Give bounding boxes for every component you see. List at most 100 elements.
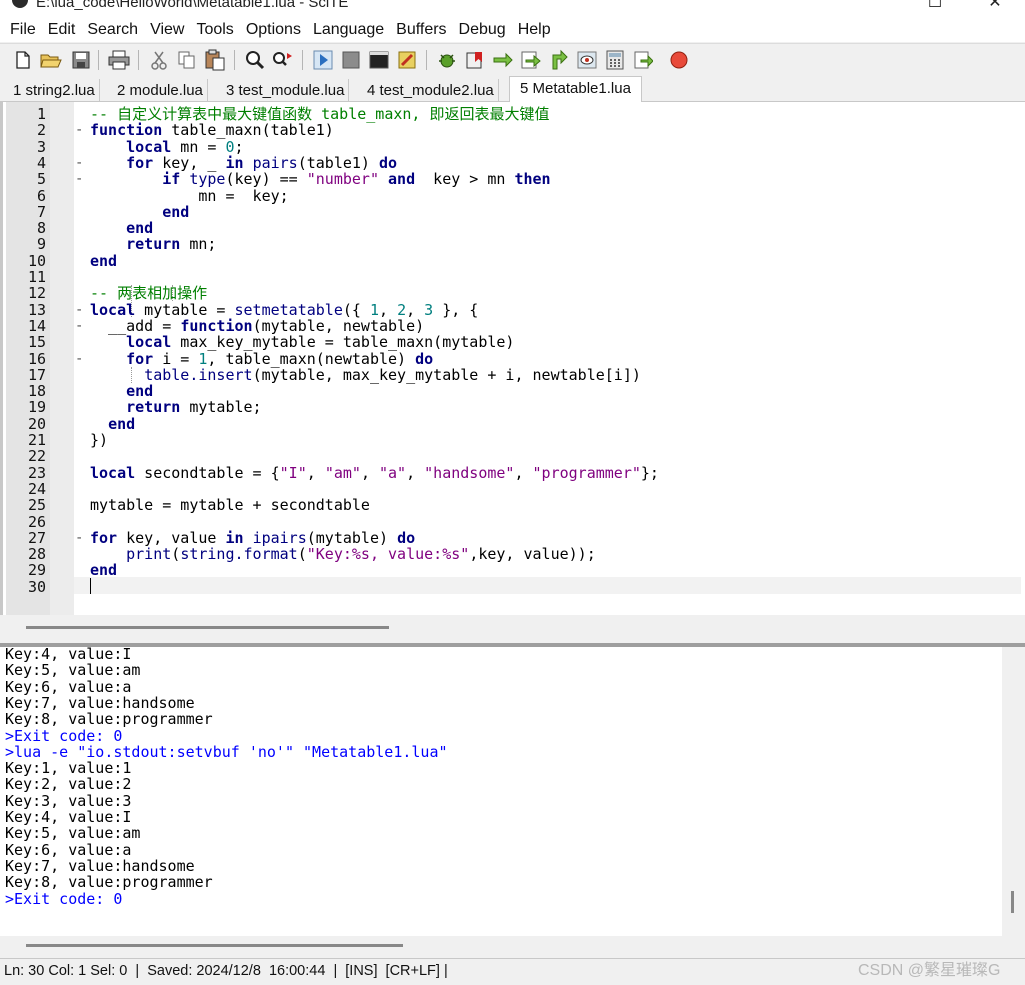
- maximize-icon[interactable]: ☐: [920, 0, 950, 12]
- watch-icon[interactable]: [576, 49, 598, 71]
- stop-icon[interactable]: [340, 49, 362, 71]
- find-icon[interactable]: [244, 49, 266, 71]
- code-token: , table_maxn(newtable): [207, 349, 416, 368]
- code-line[interactable]: for key, _ in pairs(table1) do: [90, 155, 1020, 171]
- tab-string2[interactable]: 1 string2.lua: [9, 79, 100, 102]
- bookmark-icon[interactable]: [464, 49, 486, 71]
- menu-file[interactable]: File: [4, 18, 42, 42]
- menu-buffers[interactable]: Buffers: [390, 18, 452, 42]
- editor-horizontal-scrollbar[interactable]: [0, 615, 1025, 645]
- code-line[interactable]: end: [90, 220, 1020, 236]
- code-line[interactable]: function table_maxn(table1): [90, 122, 1020, 138]
- code-token: (key) ==: [225, 170, 307, 189]
- code-line[interactable]: local mn = 0;: [90, 138, 1020, 155]
- code-token: ,: [514, 463, 533, 482]
- code-line[interactable]: return mn;: [90, 236, 1020, 252]
- scrollbar-thumb[interactable]: [1011, 891, 1014, 913]
- menu-help[interactable]: Help: [512, 18, 557, 42]
- copy-icon[interactable]: [176, 49, 198, 71]
- export-icon[interactable]: [632, 49, 654, 71]
- fold-marker-icon[interactable]: -: [75, 155, 85, 171]
- menu-view[interactable]: View: [144, 18, 190, 42]
- menu-search[interactable]: Search: [81, 18, 144, 42]
- scrollbar-thumb[interactable]: [26, 944, 403, 947]
- code-line[interactable]: [90, 269, 1020, 285]
- menu-debug[interactable]: Debug: [453, 18, 512, 42]
- fold-margin[interactable]: [50, 102, 74, 615]
- code-line[interactable]: -- 自定义计算表中最大键值函数 table_maxn, 即返回表最大键值: [90, 106, 1020, 122]
- menu-options[interactable]: Options: [240, 18, 307, 42]
- code-line[interactable]: mytable = mytable + secondtable: [90, 497, 1020, 513]
- run-icon[interactable]: [312, 49, 334, 71]
- code-token: string.format: [180, 545, 298, 564]
- code-line[interactable]: }): [90, 432, 1020, 448]
- code-line[interactable]: __add = function(mytable, newtable): [90, 318, 1020, 334]
- code-editor[interactable]: 1 -- 自定义计算表中最大键值函数 table_maxn, 即返回表最大键值 2 -…: [0, 102, 1025, 615]
- replace-icon[interactable]: [272, 49, 294, 71]
- code-line[interactable]: local secondtable = {"I", "am", "a", "ha…: [90, 463, 1020, 482]
- scrollbar-thumb[interactable]: [26, 626, 389, 629]
- paste-icon[interactable]: [204, 49, 226, 71]
- close-icon[interactable]: ✕: [980, 0, 1010, 12]
- fold-marker-icon[interactable]: -: [75, 530, 85, 546]
- code-line[interactable]: for i = 1, table_maxn(newtable) do: [90, 349, 1020, 368]
- menu-language[interactable]: Language: [307, 18, 390, 42]
- tab-test-module2[interactable]: 4 test_module2.lua: [363, 79, 499, 102]
- code-line[interactable]: [90, 514, 1020, 530]
- print-icon[interactable]: [108, 49, 130, 71]
- code-token: (mytable, newtable): [252, 316, 425, 335]
- code-line[interactable]: end: [90, 204, 1020, 220]
- code-line[interactable]: for key, value in ipairs(mytable) do: [90, 530, 1020, 546]
- calculator-icon[interactable]: [604, 49, 626, 71]
- output-vertical-scrollbar[interactable]: [1002, 647, 1025, 936]
- code-line[interactable]: return mytable;: [90, 399, 1020, 415]
- fold-marker-icon[interactable]: -: [75, 122, 85, 138]
- step-out-icon[interactable]: [548, 49, 570, 71]
- fold-marker-icon[interactable]: -: [75, 302, 85, 318]
- tab-Metatable1[interactable]: 5 Metatable1.lua: [509, 76, 642, 102]
- code-line[interactable]: local max_key_mytable = table_maxn(mytab…: [90, 334, 1020, 350]
- line-number: 4: [36, 153, 46, 172]
- code-line[interactable]: [90, 579, 1020, 595]
- menu-edit[interactable]: Edit: [42, 18, 82, 42]
- code-line[interactable]: table.insert(mytable, max_key_mytable + …: [90, 367, 1020, 383]
- step-into-icon[interactable]: [492, 49, 514, 71]
- code-line[interactable]: mn = key;: [90, 187, 1020, 204]
- code-line[interactable]: end: [90, 383, 1020, 399]
- save-icon[interactable]: [70, 49, 92, 71]
- code-token: 3: [424, 300, 434, 319]
- tab-module[interactable]: 2 module.lua: [113, 79, 208, 102]
- code-line[interactable]: print(string.format("Key:%s, value:%s",k…: [90, 546, 1020, 562]
- line-number: 20: [27, 414, 46, 433]
- code-line[interactable]: if type(key) == "number" and key > mn th…: [90, 171, 1020, 187]
- code-line[interactable]: end: [90, 562, 1020, 578]
- fold-marker-icon[interactable]: -: [75, 318, 85, 334]
- debug-icon[interactable]: [436, 49, 458, 71]
- output-line: Key:5, value:am: [5, 824, 141, 843]
- output-horizontal-scrollbar[interactable]: [0, 936, 1025, 958]
- tab-test-module[interactable]: 3 test_module.lua: [222, 79, 350, 102]
- build-icon[interactable]: [396, 49, 418, 71]
- code-line[interactable]: end: [90, 416, 1020, 432]
- step-over-icon[interactable]: [520, 49, 542, 71]
- code-line[interactable]: -- 两表相加操作: [90, 285, 1020, 301]
- code-line[interactable]: [90, 448, 1020, 464]
- record-icon[interactable]: [668, 49, 690, 71]
- console-icon[interactable]: [368, 49, 390, 71]
- status-text: Ln: 30 Col: 1 Sel: 0 | Saved: 2024/12/8 …: [4, 963, 448, 979]
- fold-marker-icon[interactable]: -: [75, 351, 85, 367]
- cut-icon[interactable]: [148, 49, 170, 71]
- open-folder-icon[interactable]: [40, 49, 62, 71]
- code-line[interactable]: local mytable = setmetatable({ 1, 2, 3 }…: [90, 300, 1020, 319]
- code-token: mytable =: [135, 300, 235, 319]
- code-line[interactable]: end: [90, 253, 1020, 269]
- new-file-icon[interactable]: [12, 49, 34, 71]
- code-line[interactable]: [90, 481, 1020, 497]
- menu-tools[interactable]: Tools: [190, 18, 239, 42]
- window-title: E:\lua_code\HelloWorld\Metatable1.lua - …: [36, 0, 349, 11]
- code-token: in: [225, 153, 244, 172]
- output-pane[interactable]: Key:4, value:I Key:5, value:am Key:6, valu…: [0, 647, 1002, 936]
- fold-marker-icon[interactable]: -: [75, 171, 85, 187]
